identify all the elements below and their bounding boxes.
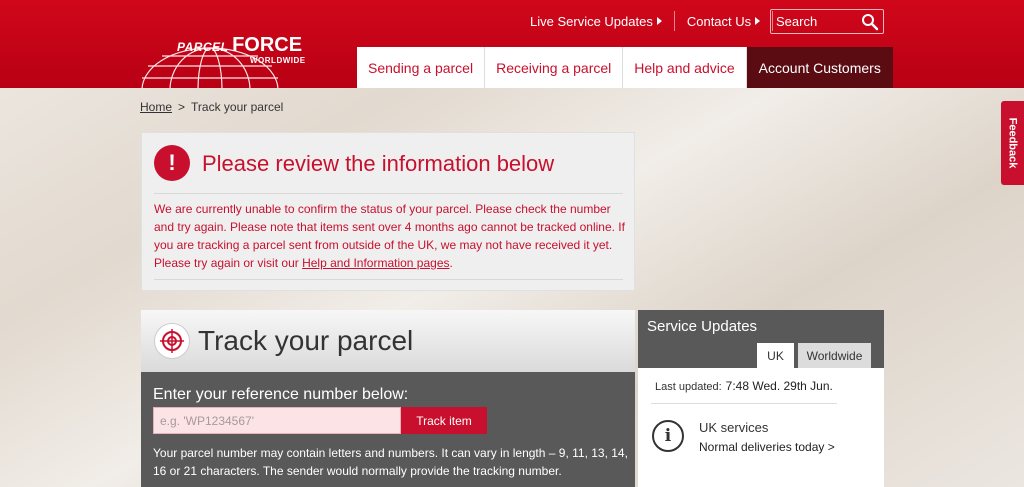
info-icon: i: [652, 420, 684, 452]
search-box[interactable]: Search: [770, 9, 884, 34]
search-icon[interactable]: [861, 13, 879, 31]
exclamation-icon: !: [154, 145, 190, 181]
reference-label: Enter your reference number below:: [153, 386, 409, 403]
help-information-link[interactable]: Help and Information pages: [302, 256, 449, 270]
track-parcel-panel: Track your parcel Enter your reference n…: [141, 310, 635, 487]
track-item-button[interactable]: Track item: [401, 407, 487, 434]
arrow-right-icon: [656, 17, 662, 25]
error-alert: ! Please review the information below We…: [141, 132, 635, 291]
site-header: PARCEL FORCE WORLDWIDE Live Service Upda…: [0, 0, 1024, 88]
chevron-right-icon: >: [827, 440, 835, 454]
nav-account-customers[interactable]: Account Customers: [746, 47, 893, 88]
feedback-label: Feedback: [1006, 117, 1019, 169]
alert-title: Please review the information below: [202, 151, 555, 176]
live-service-updates-link[interactable]: Live Service Updates: [520, 14, 672, 29]
alert-message: We are currently unable to confirm the s…: [154, 202, 625, 270]
target-icon: [154, 323, 190, 359]
main-nav: Sending a parcel Receiving a parcel Help…: [357, 47, 893, 88]
service-updates-panel: Service Updates UK Worldwide Last update…: [638, 310, 884, 487]
search-label: Search: [776, 14, 818, 29]
feedback-tab[interactable]: Feedback: [1001, 101, 1024, 185]
divider: [651, 403, 837, 404]
reference-number-input[interactable]: [153, 407, 401, 434]
track-help-text: Your parcel number may contain letters a…: [153, 446, 628, 478]
breadcrumb-separator: >: [178, 100, 186, 114]
nav-sending-a-parcel[interactable]: Sending a parcel: [357, 47, 486, 88]
last-updated: Last updated: 7:48 Wed. 29th Jun.: [655, 379, 833, 393]
logo-wordmark: PARCEL FORCE: [177, 34, 303, 56]
track-title: Track your parcel: [198, 325, 414, 356]
service-updates-title: Service Updates: [647, 318, 758, 335]
arrow-right-icon: [755, 17, 761, 25]
service-updates-header: Service Updates UK Worldwide: [638, 310, 884, 368]
parcelforce-logo[interactable]: PARCEL FORCE WORLDWIDE: [140, 28, 340, 88]
divider: [673, 11, 675, 31]
breadcrumb: Home > Track your parcel: [140, 100, 283, 114]
nav-receiving-a-parcel[interactable]: Receiving a parcel: [485, 47, 624, 88]
uk-services-title: UK services: [699, 420, 769, 435]
uk-services-status-link[interactable]: Normal deliveries today >: [699, 440, 835, 454]
divider: [154, 193, 623, 194]
contact-us-link[interactable]: Contact Us: [677, 14, 770, 29]
tab-worldwide[interactable]: Worldwide: [798, 343, 871, 368]
top-links: Live Service Updates Contact Us: [520, 9, 775, 33]
last-updated-value: 7:48 Wed. 29th Jun.: [725, 379, 833, 393]
breadcrumb-current: Track your parcel: [191, 100, 284, 114]
track-panel-header: Track your parcel: [141, 310, 635, 372]
breadcrumb-home-link[interactable]: Home: [140, 100, 172, 114]
tab-uk[interactable]: UK: [757, 343, 794, 368]
logo-subtitle: WORLDWIDE: [250, 56, 306, 65]
divider: [154, 279, 623, 280]
nav-help-and-advice[interactable]: Help and advice: [623, 47, 747, 88]
